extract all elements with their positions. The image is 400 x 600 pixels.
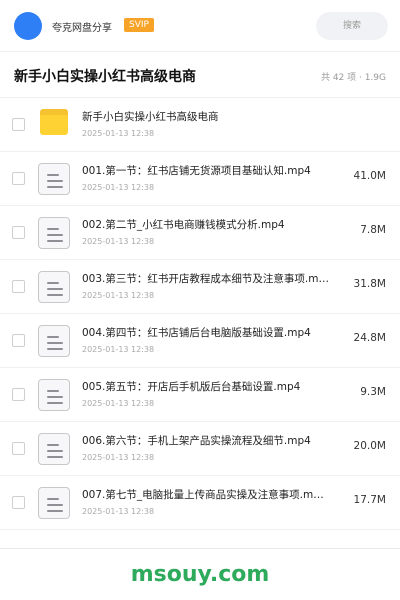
- file-date: 2025-01-13 12:38: [82, 183, 155, 192]
- row-checkbox[interactable]: [12, 226, 25, 239]
- file-row[interactable]: 002.第二节_小红书电商赚钱模式分析.mp4 2025-01-13 12:38 7…: [0, 206, 400, 260]
- row-checkbox[interactable]: [12, 388, 25, 401]
- folder-title-bar: 新手小白实操小红书高级电商 共 42 项 · 1.9G: [0, 52, 400, 98]
- file-name: 007.第七节_电脑批量上传商品实操及注意事项.m…: [82, 489, 324, 501]
- file-date: 2025-01-13 12:38: [82, 507, 155, 516]
- file-name: 新手小白实操小红书高级电商: [82, 111, 219, 123]
- file-size: 9.3M: [360, 386, 386, 398]
- username: 夸克网盘分享: [52, 23, 112, 34]
- watermark: msouy.com: [130, 562, 270, 587]
- file-row[interactable]: 004.第四节：红书店铺后台电脑版基础设置.mp4 2025-01-13 12:3…: [0, 314, 400, 368]
- search-button[interactable]: 搜索: [316, 12, 388, 40]
- row-checkbox[interactable]: [12, 442, 25, 455]
- row-checkbox[interactable]: [12, 496, 25, 509]
- file-size: 17.7M: [353, 494, 386, 506]
- file-date: 2025-01-13 12:38: [82, 129, 155, 138]
- file-name: 002.第二节_小红书电商赚钱模式分析.mp4: [82, 219, 285, 231]
- file-row[interactable]: 007.第七节_电脑批量上传商品实操及注意事项.m… 2025-01-13 12:…: [0, 476, 400, 530]
- file-size: 7.8M: [360, 224, 386, 236]
- document-icon: [38, 487, 70, 519]
- file-list: 新手小白实操小红书高级电商 2025-01-13 12:38 001.第一节：红书店…: [0, 98, 400, 530]
- document-icon: [38, 217, 70, 249]
- document-icon: [38, 163, 70, 195]
- document-icon: [38, 271, 70, 303]
- file-row[interactable]: 005.第五节：开店后手机版后台基础设置.mp4 2025-01-13 12:38…: [0, 368, 400, 422]
- document-icon: [38, 433, 70, 465]
- file-date: 2025-01-13 12:38: [82, 453, 155, 462]
- row-checkbox[interactable]: [12, 280, 25, 293]
- page-title: 新手小白实操小红书高级电商: [14, 69, 196, 85]
- folder-icon: [38, 109, 70, 141]
- row-checkbox[interactable]: [12, 334, 25, 347]
- document-icon: [38, 379, 70, 411]
- app-header: 夸克网盘分享 SVIP 搜索: [0, 0, 400, 52]
- row-checkbox[interactable]: [12, 118, 25, 131]
- file-date: 2025-01-13 12:38: [82, 291, 155, 300]
- file-size: 24.8M: [353, 332, 386, 344]
- divider: [0, 548, 400, 549]
- file-date: 2025-01-13 12:38: [82, 237, 155, 246]
- row-checkbox[interactable]: [12, 172, 25, 185]
- file-date: 2025-01-13 12:38: [82, 345, 155, 354]
- document-icon: [38, 325, 70, 357]
- file-name: 003.第三节：红书开店教程成本细节及注意事项.m…: [82, 273, 329, 285]
- file-size: 20.0M: [353, 440, 386, 452]
- file-name: 001.第一节：红书店铺无货源项目基础认知.mp4: [82, 165, 311, 177]
- file-name: 006.第六节：手机上架产品实操流程及细节.mp4: [82, 435, 311, 447]
- file-row[interactable]: 006.第六节：手机上架产品实操流程及细节.mp4 2025-01-13 12:3…: [0, 422, 400, 476]
- avatar[interactable]: [14, 12, 42, 40]
- vip-badge: SVIP: [124, 18, 154, 32]
- file-name: 004.第四节：红书店铺后台电脑版基础设置.mp4: [82, 327, 311, 339]
- file-row[interactable]: 001.第一节：红书店铺无货源项目基础认知.mp4 2025-01-13 12:3…: [0, 152, 400, 206]
- file-row[interactable]: 003.第三节：红书开店教程成本细节及注意事项.m… 2025-01-13 12:…: [0, 260, 400, 314]
- folder-row[interactable]: 新手小白实操小红书高级电商 2025-01-13 12:38: [0, 98, 400, 152]
- file-name: 005.第五节：开店后手机版后台基础设置.mp4: [82, 381, 301, 393]
- file-size: 41.0M: [353, 170, 386, 182]
- file-size: 31.8M: [353, 278, 386, 290]
- file-date: 2025-01-13 12:38: [82, 399, 155, 408]
- folder-meta: 共 42 项 · 1.9G: [320, 73, 386, 83]
